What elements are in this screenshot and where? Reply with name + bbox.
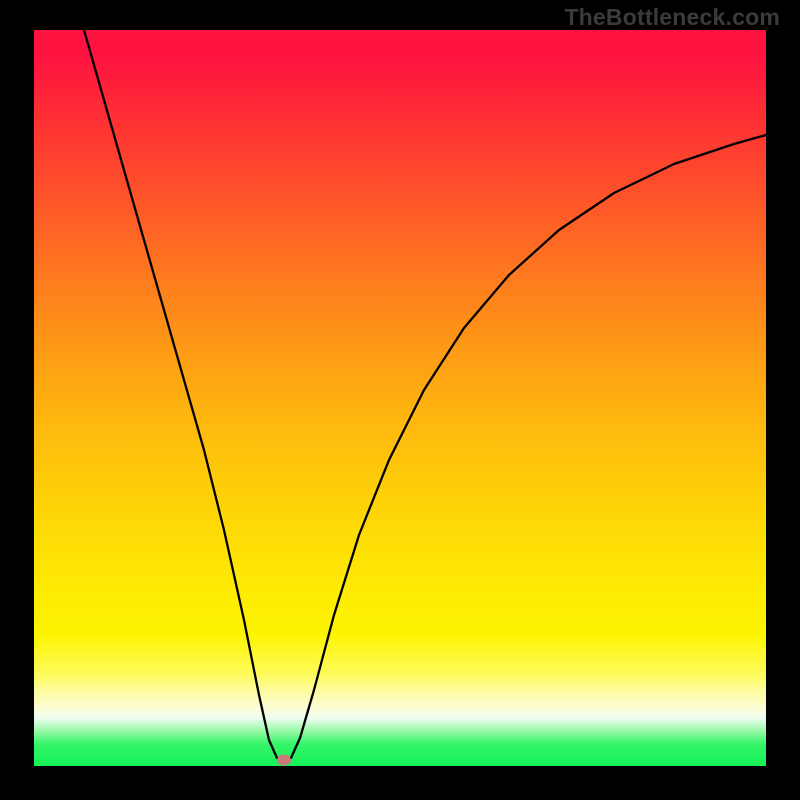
- bottleneck-curve: [84, 30, 766, 763]
- optimum-marker: [277, 755, 291, 766]
- chart-frame: TheBottleneck.com: [0, 0, 800, 800]
- curve-layer: [34, 30, 766, 766]
- plot-area: [34, 30, 766, 766]
- watermark-text: TheBottleneck.com: [564, 4, 780, 31]
